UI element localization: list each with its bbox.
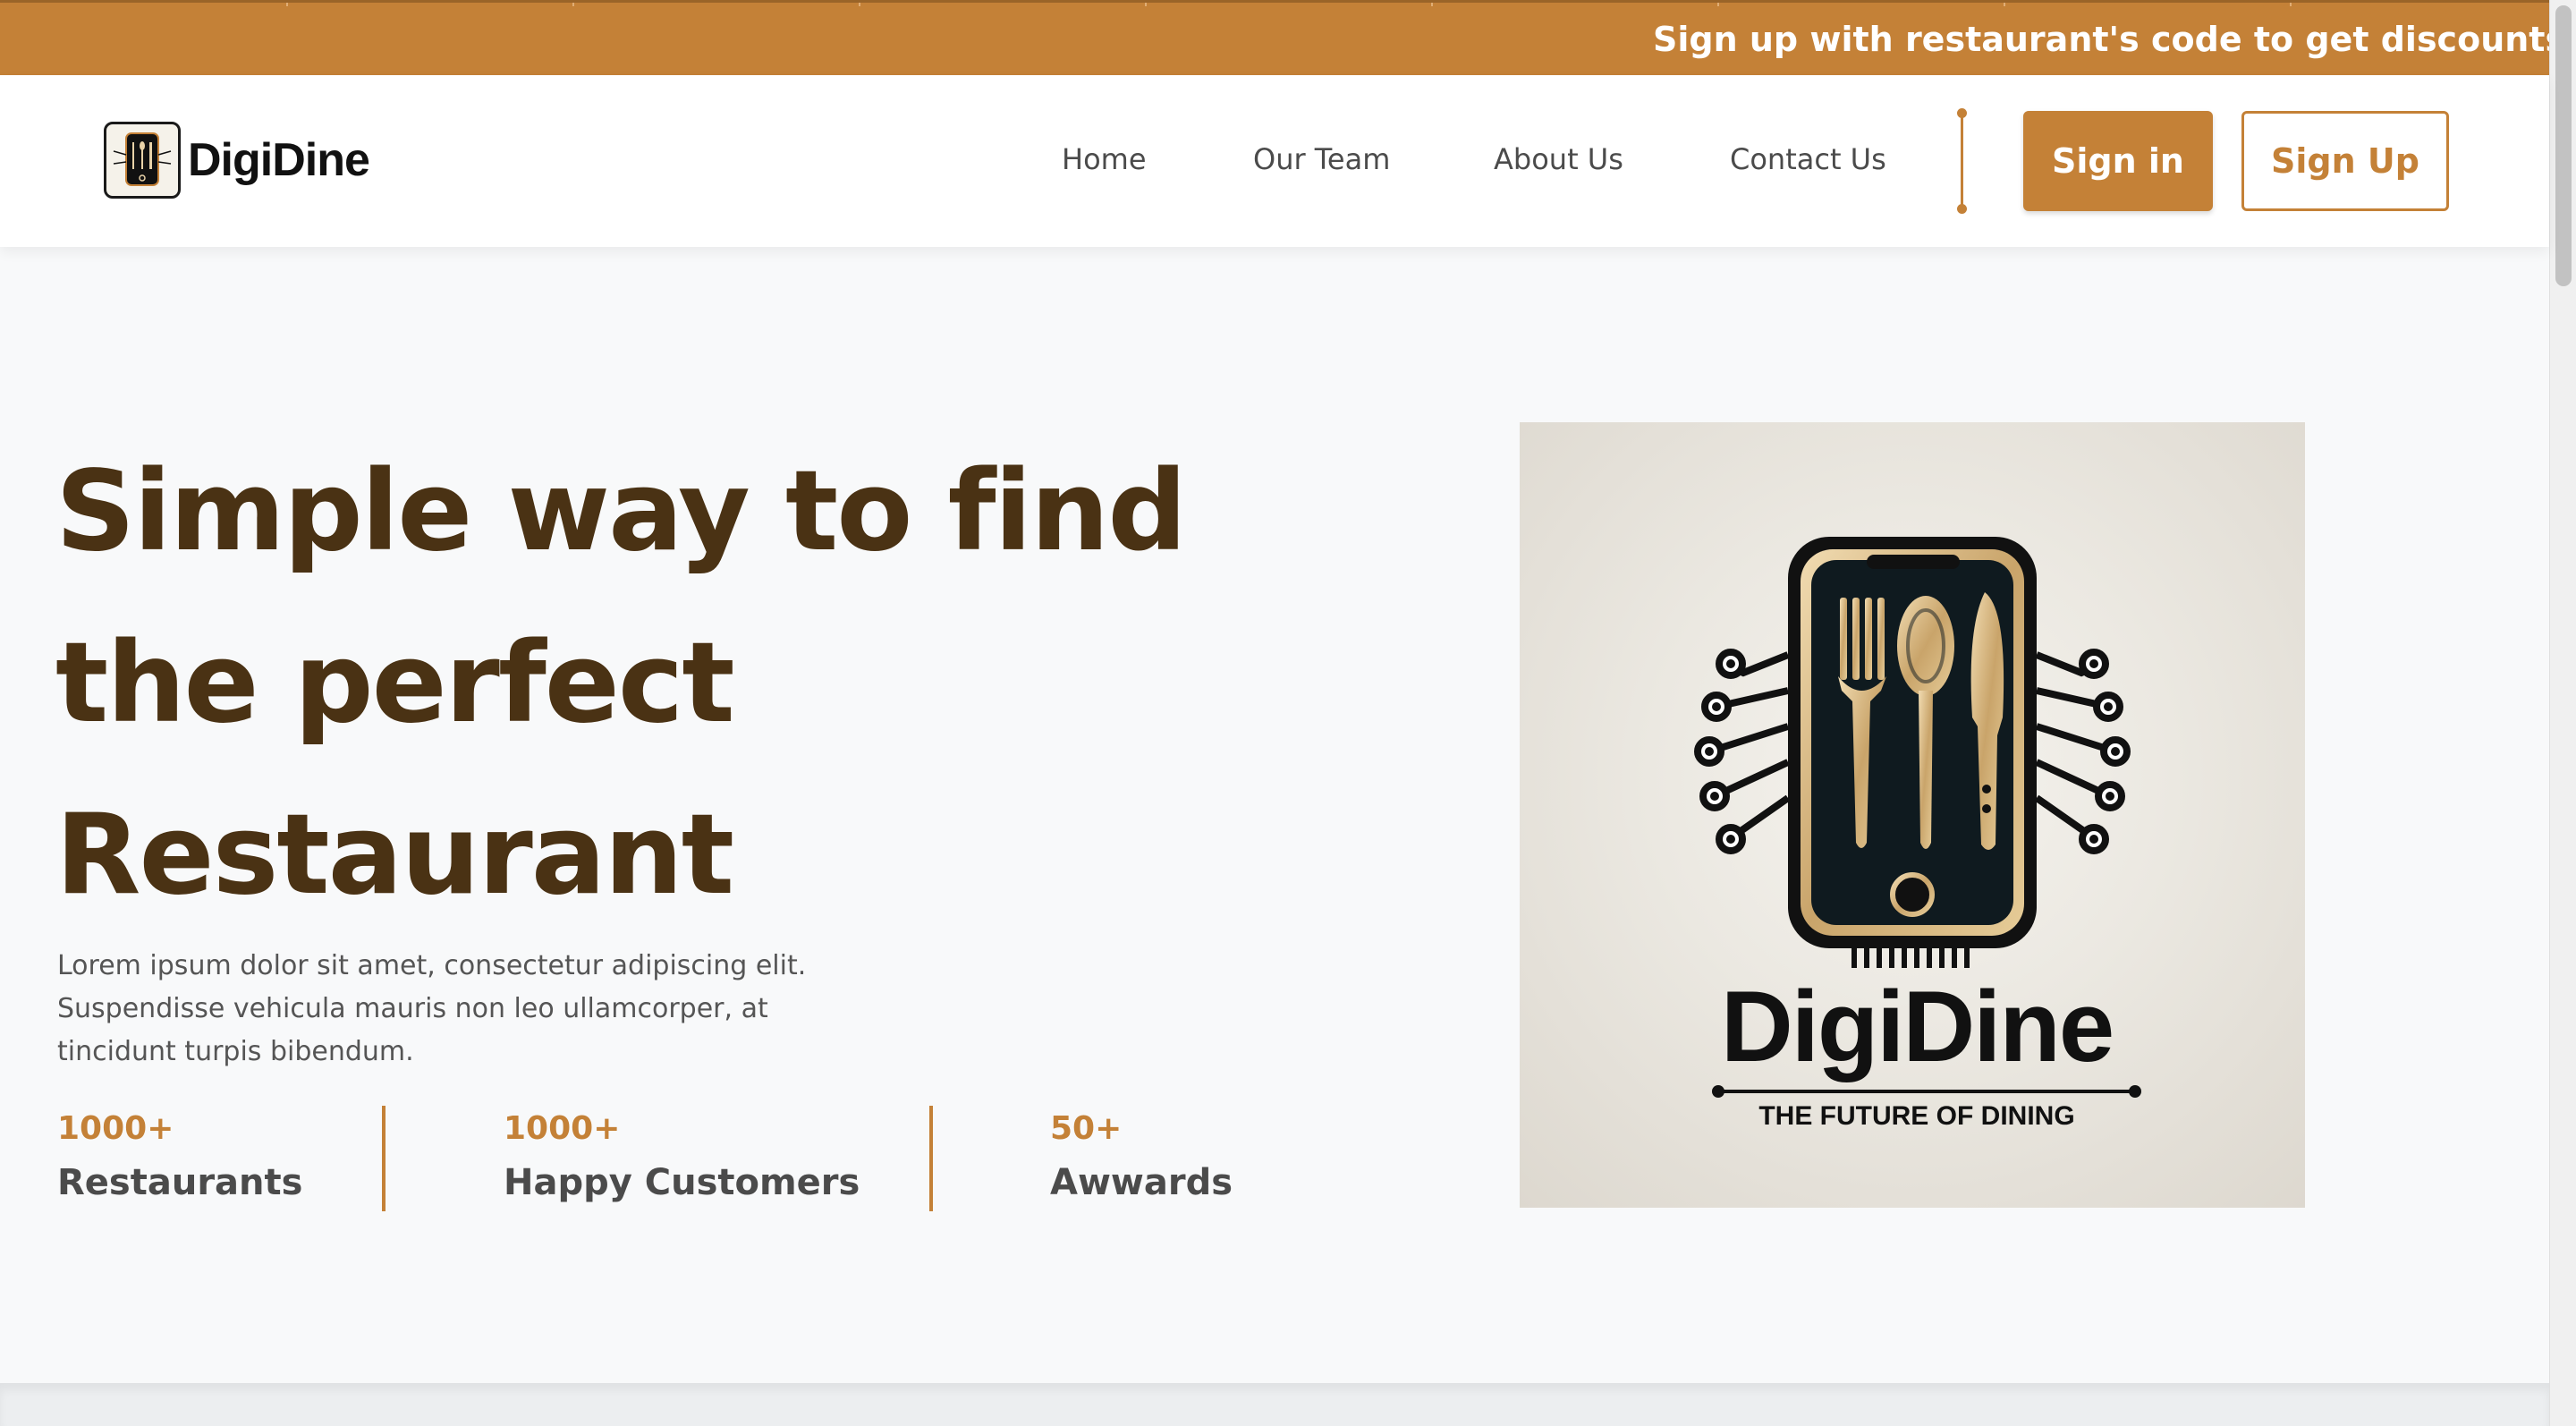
sign-up-button[interactable]: Sign Up <box>2241 111 2449 211</box>
hero-title-line: the perfect <box>55 619 735 748</box>
stat-label: Happy Customers <box>504 1162 860 1203</box>
stat-separator <box>929 1106 933 1211</box>
stat-value: 50+ <box>1050 1110 1123 1147</box>
stat-value: 1000+ <box>57 1110 174 1147</box>
next-section-edge <box>0 1383 2549 1426</box>
stat-restaurants: 1000+ Restaurants <box>57 1108 302 1208</box>
hero-logo-tagline: THE FUTURE OF DINING <box>1758 1101 2074 1131</box>
announcement-bar: Sign up with restaurant's code to get di… <box>0 0 2549 75</box>
brand-link[interactable]: DigiDine <box>104 119 370 201</box>
nav-link-about-us[interactable]: About Us <box>1494 141 1623 177</box>
page-scrollbar[interactable] <box>2549 0 2576 1426</box>
hero-logo-image: DigiDine THE FUTURE OF DINING <box>1520 422 2305 1208</box>
hero-title-line: Simple way to find <box>55 447 1187 576</box>
hero-title-line: Restaurant <box>55 791 734 920</box>
nav-divider <box>1957 108 1967 214</box>
nav-link-our-team[interactable]: Our Team <box>1253 141 1390 177</box>
announcement-text: Sign up with restaurant's code to get di… <box>1653 20 2549 59</box>
stat-label: Awwards <box>1050 1162 1233 1203</box>
stat-happy-customers: 1000+ Happy Customers <box>504 1108 860 1208</box>
hero-section: Simple way to find the perfect Restauran… <box>0 247 2549 1383</box>
brand-logo-icon <box>104 122 181 199</box>
sign-in-button[interactable]: Sign in <box>2023 111 2213 211</box>
scrollbar-thumb[interactable] <box>2555 5 2572 286</box>
stat-label: Restaurants <box>57 1162 303 1203</box>
page: Sign up with restaurant's code to get di… <box>0 0 2576 1426</box>
brand-name: DigiDine <box>188 134 370 186</box>
hero-title: Simple way to find the perfect Restauran… <box>55 426 1308 941</box>
announcement-ticks <box>0 3 2549 6</box>
hero-logo-brand-text: DigiDine <box>1721 971 2113 1082</box>
stat-separator <box>382 1106 386 1211</box>
navbar: DigiDine Home Our Team About Us Contact … <box>0 75 2549 247</box>
nav-link-contact-us[interactable]: Contact Us <box>1730 141 1886 177</box>
stat-awards: 50+ Awwards <box>1050 1108 1233 1208</box>
hero-description: Lorem ipsum dolor sit amet, consectetur … <box>57 950 807 1067</box>
stat-value: 1000+ <box>504 1110 621 1147</box>
phone-utensils-logo-icon: DigiDine THE FUTURE OF DINING <box>1694 537 2141 1131</box>
nav-link-home[interactable]: Home <box>1062 141 1147 177</box>
